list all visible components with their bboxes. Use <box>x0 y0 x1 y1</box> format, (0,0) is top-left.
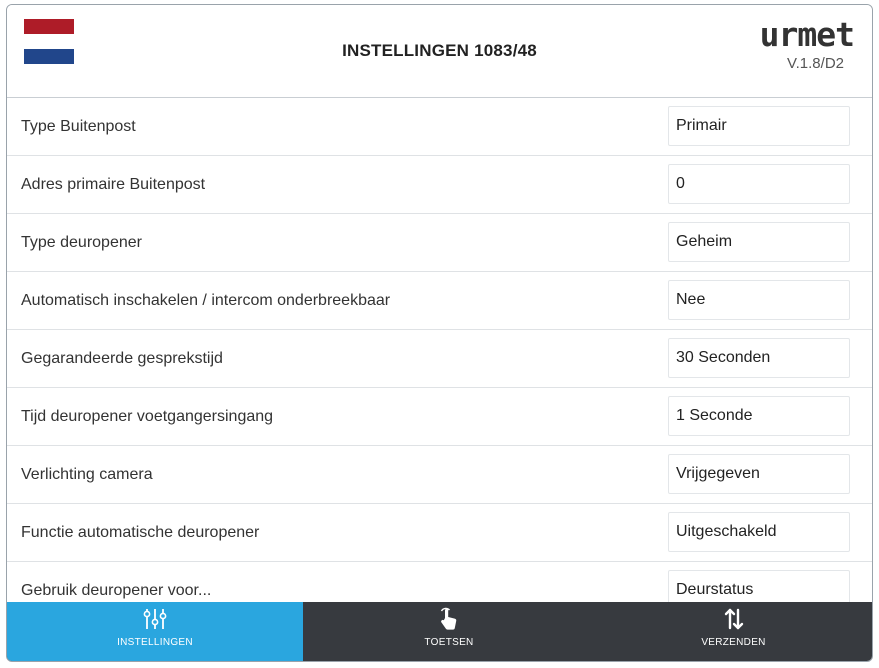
tab-label: INSTELLINGEN <box>117 637 193 648</box>
version-label: V.1.8/D2 <box>787 55 844 72</box>
tab-label: VERZENDEN <box>701 637 766 648</box>
setting-value-select[interactable]: Geheim <box>668 222 850 262</box>
setting-label: Type deuropener <box>21 234 142 251</box>
setting-label: Functie automatische deuropener <box>21 524 260 541</box>
tab-verzenden[interactable]: VERZENDEN <box>595 602 872 661</box>
setting-value-select[interactable]: Vrijgegeven <box>668 454 850 494</box>
setting-label: Verlichting camera <box>21 466 153 483</box>
urmet-logo: urmet <box>759 15 855 54</box>
tab-toetsen[interactable]: TOETSEN <box>303 602 595 661</box>
setting-label: Gegarandeerde gesprekstijd <box>21 350 223 367</box>
tab-label: TOETSEN <box>424 637 474 648</box>
setting-value-select[interactable]: Primair <box>668 106 850 146</box>
setting-value-select[interactable]: 30 Seconden <box>668 338 850 378</box>
setting-row-type-deuropener: Type deuropener Geheim <box>7 214 872 272</box>
setting-label: Adres primaire Buitenpost <box>21 176 206 193</box>
app-frame: INSTELLINGEN 1083/48 urmet V.1.8/D2 Type… <box>6 4 873 662</box>
setting-label: Gebruik deuropener voor... <box>21 582 212 599</box>
transfer-arrows-icon <box>595 606 872 632</box>
header: INSTELLINGEN 1083/48 urmet V.1.8/D2 <box>7 5 872 98</box>
tab-instellingen[interactable]: INSTELLINGEN <box>7 602 303 661</box>
setting-row-type-buitenpost: Type Buitenpost Primair <box>7 98 872 156</box>
hand-pointer-icon <box>303 606 595 632</box>
setting-label: Tijd deuropener voetgangersingang <box>21 408 274 425</box>
setting-row-automatisch-inschakelen: Automatisch inschakelen / intercom onder… <box>7 272 872 330</box>
settings-list: Type Buitenpost Primair Adres primaire B… <box>7 98 872 620</box>
setting-row-gegarandeerde-gesprekstijd: Gegarandeerde gesprekstijd 30 Seconden <box>7 330 872 388</box>
setting-label: Type Buitenpost <box>21 118 136 135</box>
setting-value-field[interactable]: 0 <box>668 164 850 204</box>
bottom-nav: INSTELLINGEN TOETSEN VERZENDEN <box>7 602 872 661</box>
setting-row-verlichting-camera: Verlichting camera Vrijgegeven <box>7 446 872 504</box>
page-title: INSTELLINGEN 1083/48 <box>342 41 537 60</box>
setting-value-select[interactable]: Uitgeschakeld <box>668 512 850 552</box>
setting-value-select[interactable]: 1 Seconde <box>668 396 850 436</box>
brand: urmet V.1.8/D2 <box>744 15 855 72</box>
setting-label: Automatisch inschakelen / intercom onder… <box>21 292 391 309</box>
setting-value-select[interactable]: Nee <box>668 280 850 320</box>
sliders-icon <box>7 606 303 632</box>
setting-row-tijd-deuropener: Tijd deuropener voetgangersingang 1 Seco… <box>7 388 872 446</box>
setting-row-adres-primaire-buitenpost: Adres primaire Buitenpost 0 <box>7 156 872 214</box>
setting-row-functie-automatische-deuropener: Functie automatische deuropener Uitgesch… <box>7 504 872 562</box>
